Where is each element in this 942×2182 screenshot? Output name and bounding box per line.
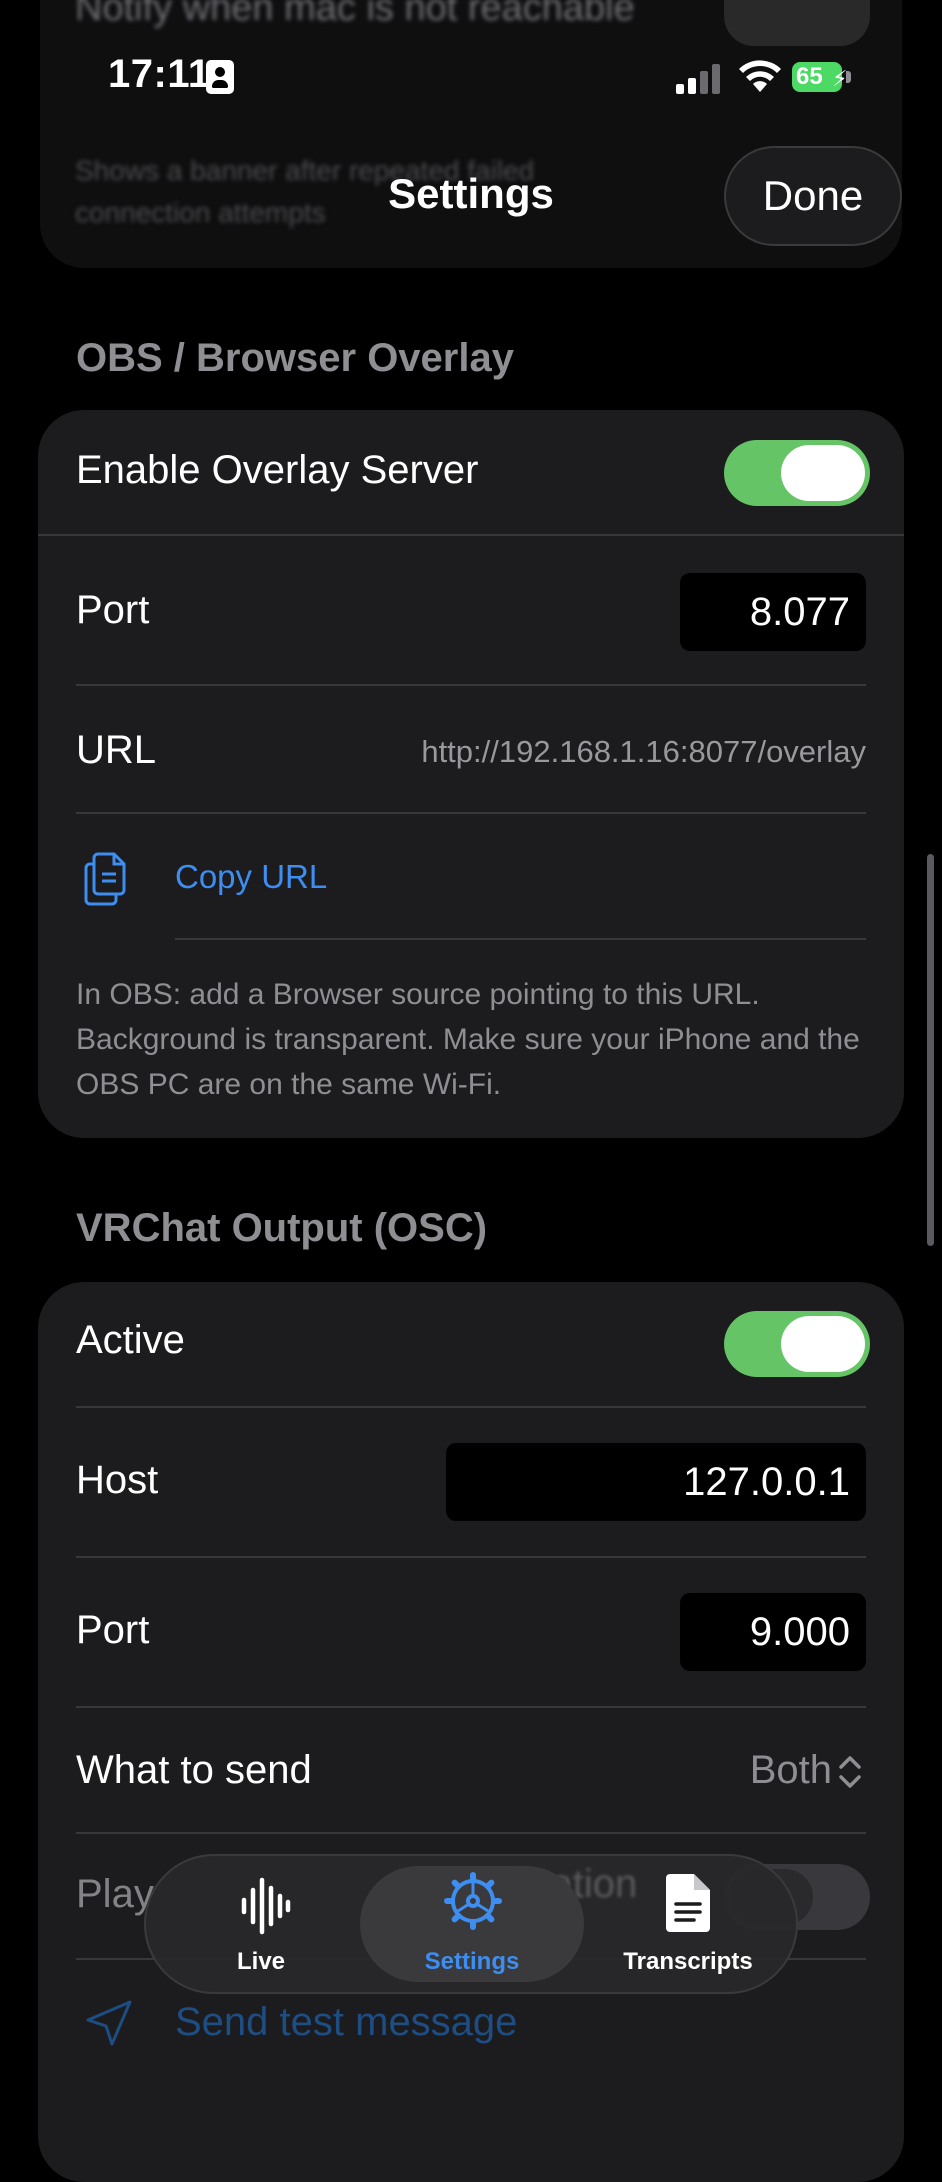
row-divider xyxy=(76,1406,866,1408)
row-divider xyxy=(76,684,866,686)
obs-section-header: OBS / Browser Overlay xyxy=(76,336,514,380)
waveform-icon xyxy=(241,1877,291,1935)
scroll-indicator[interactable] xyxy=(927,854,934,1246)
tab-settings-label: Settings xyxy=(424,1948,520,1975)
obs-url-label: URL xyxy=(76,728,157,772)
wifi-icon xyxy=(739,60,781,92)
what-to-send-label: What to send xyxy=(76,1748,312,1792)
tab-bar: notification Live xyxy=(144,1854,798,1994)
toggle-knob xyxy=(781,1316,865,1372)
toggle-knob xyxy=(781,445,865,501)
enable-overlay-label: Enable Overlay Server xyxy=(76,448,479,492)
what-to-send-value[interactable]: Both xyxy=(750,1748,832,1793)
vrchat-active-label: Active xyxy=(76,1318,185,1362)
gear-icon xyxy=(444,1872,502,1930)
row-divider xyxy=(76,1706,866,1708)
tab-settings[interactable]: Settings xyxy=(360,1856,584,1992)
vrchat-section-header: VRChat Output (OSC) xyxy=(76,1206,488,1250)
tab-transcripts-label: Transcripts xyxy=(623,1948,753,1975)
vrchat-port-label: Port xyxy=(76,1608,150,1652)
obs-port-label: Port xyxy=(76,588,150,632)
cellular-signal-icon xyxy=(676,64,720,94)
row-divider xyxy=(38,534,904,536)
chevron-up-down-icon[interactable] xyxy=(836,1752,864,1792)
play-notification-label: Play xyxy=(76,1872,154,1916)
vrchat-host-field[interactable]: 127.0.0.1 xyxy=(446,1443,866,1521)
vrchat-active-toggle[interactable] xyxy=(724,1311,870,1377)
status-bar: 17:11 65 ⚡ xyxy=(0,0,942,150)
send-test-message-button[interactable]: Send test message xyxy=(175,2000,517,2045)
tab-transcripts[interactable]: Transcripts xyxy=(576,1856,800,1992)
done-button[interactable]: Done xyxy=(724,146,902,246)
row-divider xyxy=(76,1556,866,1558)
vrchat-port-field[interactable]: 9.000 xyxy=(680,1593,866,1671)
vrchat-settings-card xyxy=(38,1282,904,2182)
tab-live[interactable]: Live xyxy=(146,1856,376,1992)
status-time: 17:11 xyxy=(108,52,211,96)
vrchat-host-label: Host xyxy=(76,1458,159,1502)
row-divider xyxy=(76,812,866,814)
paper-plane-icon xyxy=(86,2000,132,2046)
copy-url-button[interactable]: Copy URL xyxy=(175,858,327,896)
row-divider xyxy=(175,938,866,940)
enable-overlay-toggle[interactable] xyxy=(724,440,870,506)
obs-help-text: In OBS: add a Browser source pointing to… xyxy=(76,978,860,1101)
obs-url-value: http://192.168.1.16:8077/overlay xyxy=(421,734,866,769)
document-icon xyxy=(666,1874,710,1932)
charging-bolt-icon: ⚡ xyxy=(832,66,848,91)
row-divider xyxy=(76,1832,866,1834)
contact-card-icon xyxy=(206,60,234,94)
tab-live-label: Live xyxy=(236,1948,286,1975)
obs-port-field[interactable]: 8.077 xyxy=(680,573,866,651)
copy-documents-icon xyxy=(84,852,126,906)
